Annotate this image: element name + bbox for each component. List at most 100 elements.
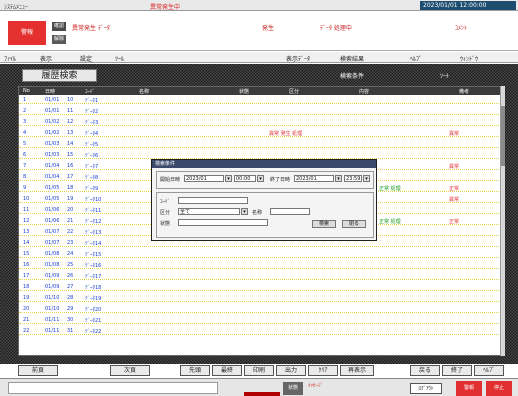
table-cell: 17 <box>23 273 30 279</box>
start-date-input[interactable]: 2023/01 <box>184 175 224 182</box>
search-button[interactable]: 検索 <box>312 220 336 228</box>
table-cell: 01/08 <box>45 251 60 257</box>
table-cell: ﾃﾞｰﾀ20 <box>85 307 102 313</box>
alarm-status-button[interactable]: 警報 <box>456 381 482 396</box>
table-row[interactable]: 2 01/01 11 ﾃﾞｰﾀ2 <box>19 107 501 115</box>
table-header: No 日時 ｺｰﾄﾞ 名称 状態 区分 内容 備考 <box>19 87 501 95</box>
table-row[interactable]: 1 01/01 10 ﾃﾞｰﾀ1 <box>19 96 501 104</box>
status-bar: 状態 ﾒｯｾｰｼﾞ ﾛｸﾞｱｳﾄ 警報 停止 <box>0 378 518 396</box>
prev-page-button[interactable]: 前頁 <box>18 365 58 376</box>
table-cell: 19 <box>67 196 74 202</box>
sort-label: ｿｰﾄ <box>440 73 450 80</box>
header: 警報 確認 解除 異常発生 ﾃﾞｰﾀ 発生 ﾃﾞｰﾀ 処理中 ｺﾒﾝﾄ <box>0 11 518 51</box>
table-cell: 01/02 <box>45 130 60 136</box>
first-button[interactable]: 先頭 <box>180 365 210 376</box>
end-time-input[interactable]: 23:59 <box>344 175 362 182</box>
start-time-input[interactable]: 00:00 <box>234 175 256 182</box>
search-dialog: 検索条件 開始日時 2023/01 ▾ 00:00 ▾ 終了日時 2023/01… <box>151 159 377 241</box>
exit-button[interactable]: 終了 <box>442 365 472 376</box>
toolbar-item[interactable]: 表示 <box>40 54 52 63</box>
start-time-dropdown[interactable]: ▾ <box>257 175 264 182</box>
back-button[interactable]: 戻る <box>410 365 440 376</box>
table-cell: ﾃﾞｰﾀ13 <box>85 230 102 236</box>
toolbar-item[interactable]: 検索結果 <box>340 54 364 63</box>
table-cell: ﾃﾞｰﾀ17 <box>85 274 102 280</box>
table-cell: 25 <box>67 262 74 268</box>
table-cell: 異常 <box>449 131 460 137</box>
table-cell: 31 <box>67 328 74 334</box>
table-cell: ﾃﾞｰﾀ3 <box>85 120 99 126</box>
release-button[interactable]: 解除 <box>52 35 66 44</box>
table-row[interactable]: 6 01/03 15 ﾃﾞｰﾀ6 <box>19 151 501 159</box>
table-row[interactable]: 21 01/11 30 ﾃﾞｰﾀ21 <box>19 316 501 324</box>
column-header[interactable]: 内容 <box>359 88 369 95</box>
table-cell: 01/06 <box>45 207 60 213</box>
toolbar-item[interactable]: ﾌｧｲﾙ <box>4 54 16 63</box>
category-dropdown[interactable]: ▾ <box>241 208 248 215</box>
scroll-thumb[interactable] <box>501 106 505 166</box>
table-cell: 01/03 <box>45 141 60 147</box>
table-cell: 01/10 <box>45 306 60 312</box>
output-button[interactable]: 出力 <box>276 365 306 376</box>
header-message: 発生 <box>262 25 275 32</box>
end-date-input[interactable]: 2023/01 <box>294 175 334 182</box>
table-cell: 21 <box>67 218 74 224</box>
table-row[interactable]: 17 01/09 26 ﾃﾞｰﾀ17 <box>19 272 501 280</box>
end-time-dropdown[interactable]: ▾ <box>363 175 370 182</box>
confirm-button[interactable]: 確認 <box>52 22 66 31</box>
table-cell: 01/11 <box>45 328 60 334</box>
column-header[interactable]: 状態 <box>239 88 249 95</box>
table-row[interactable]: 18 01/09 27 ﾃﾞｰﾀ18 <box>19 283 501 291</box>
toolbar-item[interactable]: ﾍﾙﾌﾟ <box>410 54 422 63</box>
column-header[interactable]: 名称 <box>139 88 149 95</box>
code-input[interactable] <box>178 197 248 204</box>
toolbar-item[interactable]: 表示ﾃﾞｰﾀ <box>286 54 310 63</box>
table-cell: 15 <box>23 251 30 257</box>
table-cell: 01/03 <box>45 152 60 158</box>
last-button[interactable]: 最終 <box>212 365 242 376</box>
start-label: 開始日時 <box>160 177 181 183</box>
table-row[interactable]: 15 01/08 24 ﾃﾞｰﾀ15 <box>19 250 501 258</box>
table-row[interactable]: 20 01/10 29 ﾃﾞｰﾀ20 <box>19 305 501 313</box>
table-row[interactable]: 16 01/08 25 ﾃﾞｰﾀ16 <box>19 261 501 269</box>
table-row[interactable]: 22 01/11 31 ﾃﾞｰﾀ22 <box>19 327 501 335</box>
category-select[interactable]: 全て <box>178 208 240 215</box>
table-row[interactable]: 4 01/02 13 ﾃﾞｰﾀ4 異常 発生 処理 異常 <box>19 129 501 137</box>
column-header[interactable]: No <box>23 88 30 94</box>
print-button[interactable]: 印刷 <box>244 365 274 376</box>
column-header[interactable]: 区分 <box>289 88 299 95</box>
column-header[interactable]: ｺｰﾄﾞ <box>85 88 95 95</box>
table-cell: 01/04 <box>45 163 60 169</box>
name-input[interactable] <box>270 208 310 215</box>
table-cell: 01/09 <box>45 273 60 279</box>
toolbar-item[interactable]: ﾂｰﾙ <box>115 54 124 63</box>
name-label: 名称 <box>252 210 263 216</box>
refresh-button[interactable]: 再表示 <box>340 365 374 376</box>
table-cell: ﾃﾞｰﾀ9 <box>85 186 99 192</box>
end-date-dropdown[interactable]: ▾ <box>335 175 342 182</box>
help-button[interactable]: ﾍﾙﾌﾟ <box>474 365 504 376</box>
stop-button[interactable]: 停止 <box>486 381 512 396</box>
clear-button[interactable]: ｸﾘｱ <box>308 365 338 376</box>
table-row[interactable]: 3 01/02 12 ﾃﾞｰﾀ3 <box>19 118 501 126</box>
toolbar-item[interactable]: ｳｨﾝﾄﾞｳ <box>460 54 478 63</box>
logout-button[interactable]: ﾛｸﾞｱｳﾄ <box>410 383 442 394</box>
toolbar-item[interactable]: 設定 <box>80 54 92 63</box>
table-cell: 29 <box>67 306 74 312</box>
start-date-dropdown[interactable]: ▾ <box>225 175 232 182</box>
table-row[interactable]: 5 01/03 14 ﾃﾞｰﾀ5 <box>19 140 501 148</box>
table-cell: ﾃﾞｰﾀ11 <box>85 208 102 214</box>
table-cell: ﾃﾞｰﾀ2 <box>85 109 99 115</box>
next-page-button[interactable]: 次頁 <box>110 365 150 376</box>
close-button[interactable]: 閉る <box>342 220 366 228</box>
table-row[interactable]: 19 01/10 28 ﾃﾞｰﾀ19 <box>19 294 501 302</box>
vertical-scrollbar[interactable] <box>500 86 505 356</box>
table-cell: 01/01 <box>45 108 60 114</box>
alarm-button[interactable]: 警報 <box>8 21 46 45</box>
table-cell: ﾃﾞｰﾀ22 <box>85 329 102 335</box>
column-header[interactable]: 日時 <box>45 88 55 95</box>
table-cell: 20 <box>67 207 74 213</box>
column-header[interactable]: 備考 <box>459 88 469 95</box>
status-input[interactable] <box>178 219 268 226</box>
code-label: ｺｰﾄﾞ <box>160 199 171 205</box>
